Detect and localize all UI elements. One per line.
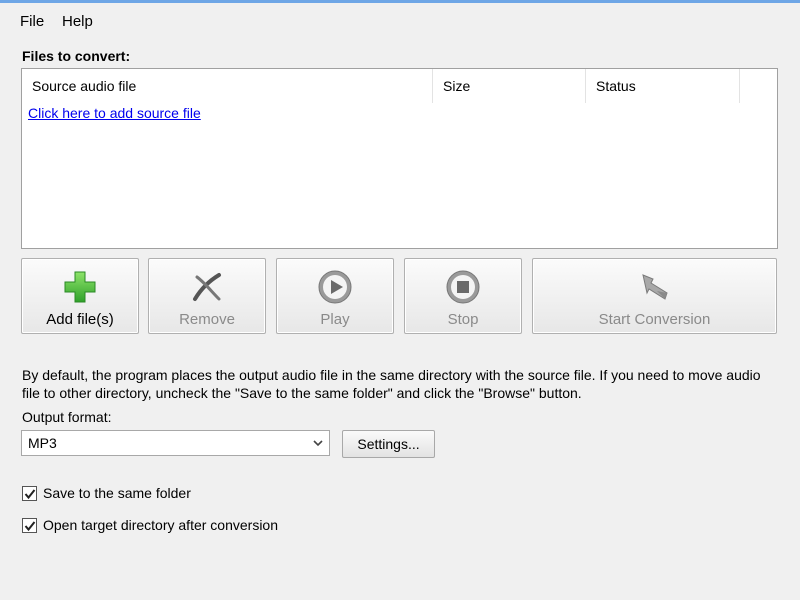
stop-button[interactable]: Stop <box>404 258 522 334</box>
list-header: Source audio file Size Status <box>22 69 777 103</box>
remove-x-icon <box>189 269 225 305</box>
plus-icon <box>62 269 98 305</box>
open-target-directory-checkbox[interactable]: Open target directory after conversion <box>22 517 302 535</box>
output-format-select[interactable]: MP3 <box>21 430 330 456</box>
info-text: By default, the program places the outpu… <box>22 367 761 401</box>
settings-button[interactable]: Settings... <box>342 430 435 458</box>
menu-file[interactable]: File <box>20 13 44 30</box>
checkmark-icon <box>24 489 36 500</box>
convert-arrow-icon <box>637 269 673 305</box>
add-files-button[interactable]: Add file(s) <box>21 258 139 334</box>
column-header-source[interactable]: Source audio file <box>22 69 433 103</box>
files-group-title: Files to convert: <box>22 48 131 64</box>
column-header-status[interactable]: Status <box>586 69 740 103</box>
chevron-down-icon <box>311 436 325 450</box>
stop-icon <box>445 269 481 305</box>
play-label: Play <box>320 311 350 328</box>
checkbox-box[interactable] <box>22 486 37 501</box>
open-target-directory-label: Open target directory after conversion <box>43 517 279 533</box>
stop-label: Stop <box>447 311 479 328</box>
checkbox-box[interactable] <box>22 518 37 533</box>
play-icon <box>317 269 353 305</box>
start-conversion-label: Start Conversion <box>598 311 711 328</box>
save-same-folder-checkbox[interactable]: Save to the same folder <box>22 485 222 503</box>
menu-bar: File Help <box>0 3 800 39</box>
checkmark-icon <box>24 521 36 532</box>
add-files-label: Add file(s) <box>46 311 114 328</box>
file-list[interactable]: Source audio file Size Status Click here… <box>21 68 778 249</box>
remove-label: Remove <box>179 311 235 328</box>
save-same-folder-label: Save to the same folder <box>43 485 191 501</box>
column-header-size[interactable]: Size <box>433 69 586 103</box>
start-conversion-button[interactable]: Start Conversion <box>532 258 777 334</box>
column-header-extra <box>740 69 777 103</box>
output-format-label: Output format: <box>22 409 112 425</box>
remove-button[interactable]: Remove <box>148 258 266 334</box>
add-source-file-link[interactable]: Click here to add source file <box>28 105 201 121</box>
menu-help[interactable]: Help <box>62 13 93 30</box>
output-format-value: MP3 <box>28 435 57 451</box>
play-button[interactable]: Play <box>276 258 394 334</box>
